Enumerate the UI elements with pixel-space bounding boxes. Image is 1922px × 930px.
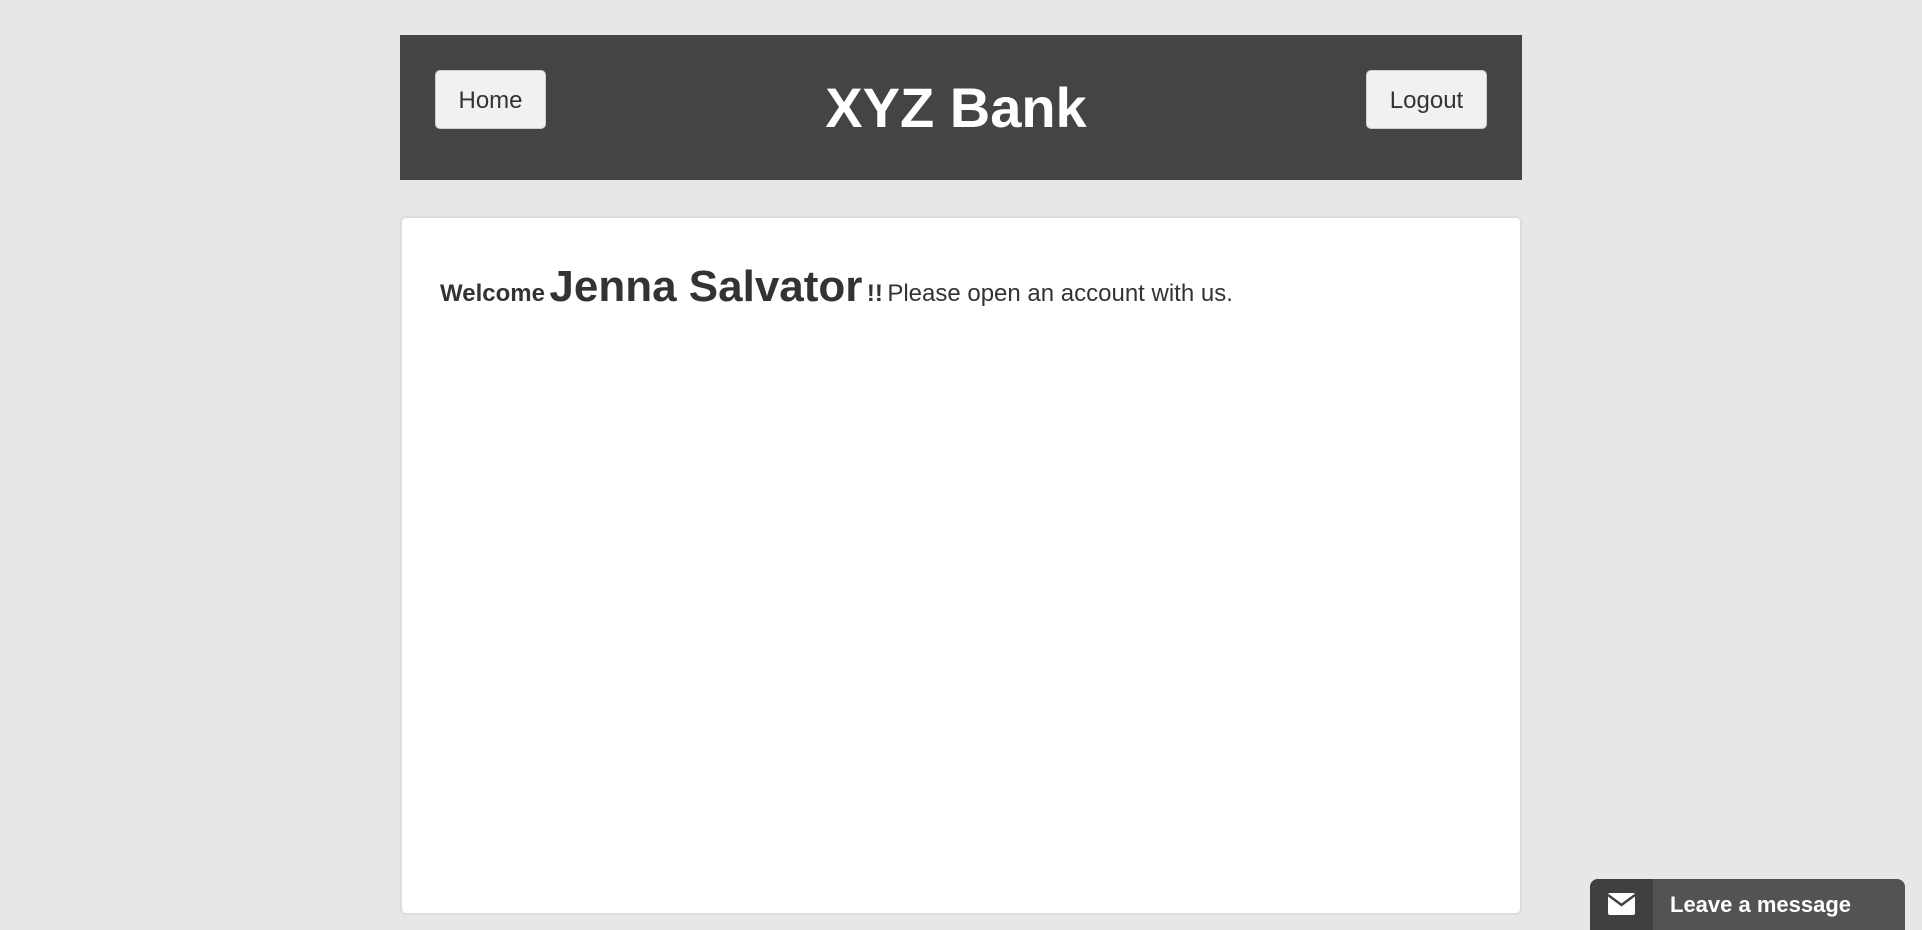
logout-button[interactable]: Logout [1366, 70, 1487, 129]
app-header: Home XYZ Bank Logout [400, 35, 1522, 180]
welcome-label: Welcome [440, 280, 545, 307]
open-account-message: Please open an account with us. [887, 280, 1233, 307]
page-title: XYZ Bank [825, 76, 1087, 139]
leave-message-widget[interactable]: Leave a message [1590, 879, 1905, 930]
envelope-icon [1590, 879, 1653, 930]
welcome-message: Welcome Jenna Salvator !! Please open an… [440, 262, 1233, 312]
welcome-exclaim: !! [866, 280, 883, 307]
leave-message-label: Leave a message [1670, 892, 1852, 917]
customer-name: Jenna Salvator [549, 262, 863, 311]
main-panel: Welcome Jenna Salvator !! Please open an… [400, 216, 1522, 915]
